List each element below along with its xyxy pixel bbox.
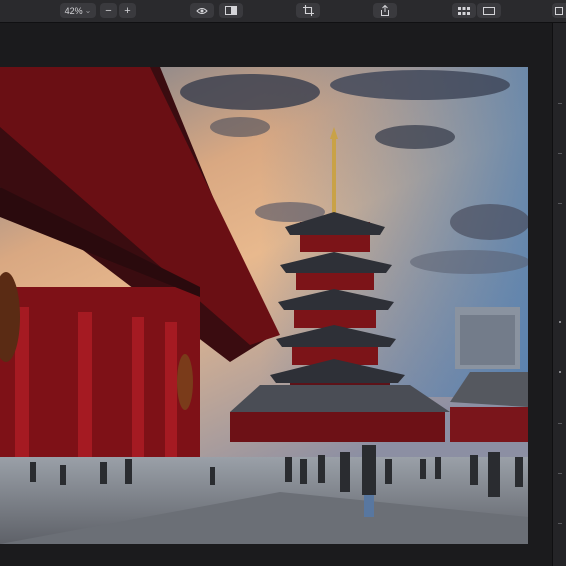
slider-knob[interactable]	[559, 371, 561, 373]
grid-view-button[interactable]	[452, 3, 476, 18]
single-view-icon	[483, 6, 495, 15]
photo-image[interactable]	[0, 67, 528, 544]
compare-button[interactable]	[219, 3, 243, 18]
preview-button[interactable]	[190, 3, 214, 18]
sidebar-toggle-icon	[555, 6, 563, 15]
share-icon	[381, 5, 389, 16]
adjustments-side-panel	[552, 23, 566, 566]
chevron-down-icon: ⌄	[84, 6, 92, 15]
crop-icon	[302, 5, 314, 16]
slider-knob[interactable]	[559, 321, 561, 323]
panel-divider	[558, 523, 562, 524]
panel-toggle-button[interactable]	[552, 3, 566, 18]
top-toolbar: 42% ⌄ − +	[0, 0, 566, 23]
zoom-out-button[interactable]: −	[100, 3, 117, 18]
panel-divider	[558, 423, 562, 424]
crop-button[interactable]	[296, 3, 320, 18]
split-view-icon	[225, 6, 237, 15]
single-view-button[interactable]	[477, 3, 501, 18]
share-button[interactable]	[373, 3, 397, 18]
zoom-in-button[interactable]: +	[119, 3, 136, 18]
eye-icon	[196, 7, 208, 14]
panel-divider	[558, 473, 562, 474]
grid-icon	[458, 6, 470, 15]
zoom-level: 42%	[64, 5, 83, 16]
photo-canvas	[0, 23, 552, 566]
panel-divider	[558, 153, 562, 154]
zoom-dropdown[interactable]: 42% ⌄	[60, 3, 96, 18]
panel-divider	[558, 103, 562, 104]
panel-divider	[558, 203, 562, 204]
pagoda-photo-illustration	[0, 67, 528, 544]
